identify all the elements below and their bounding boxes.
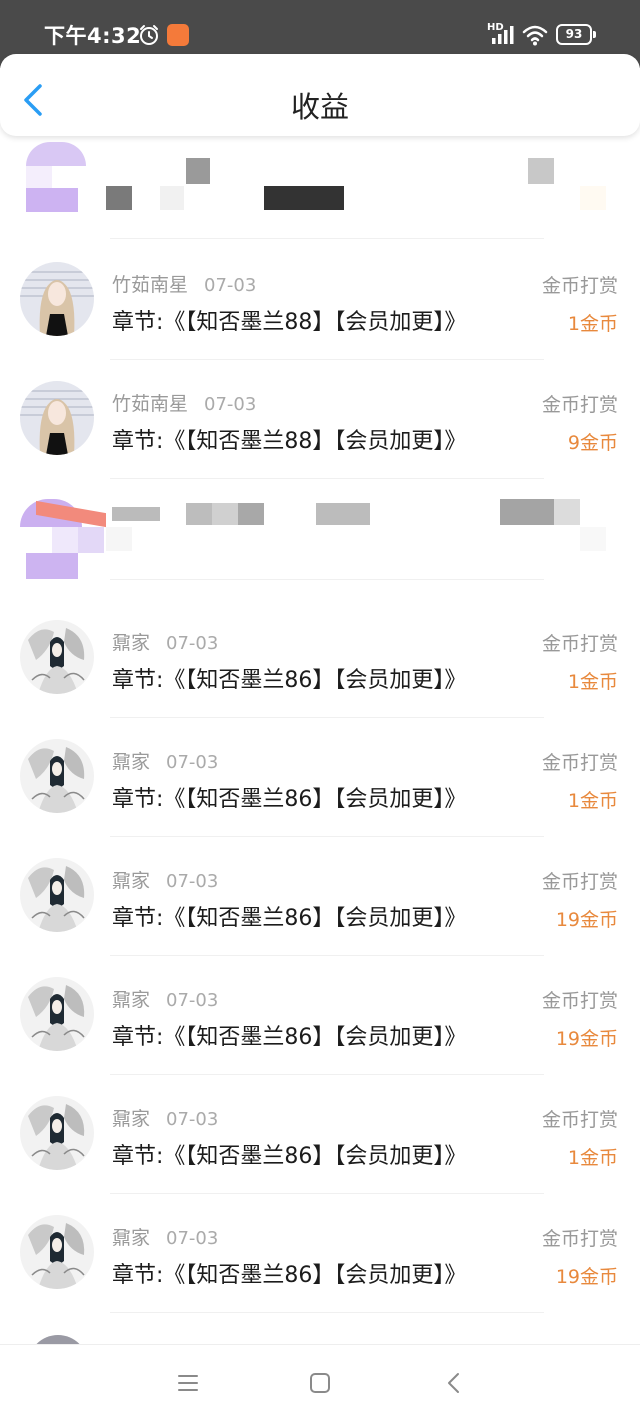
page-title: 收益 <box>290 90 349 124</box>
avatar <box>20 262 94 336</box>
record-type: 金币打赏 <box>541 990 618 1012</box>
record-type: 金币打赏 <box>541 394 618 416</box>
record-amount: 19金币 <box>555 1028 618 1050</box>
avatar <box>20 739 94 813</box>
record-amount: 9金币 <box>567 432 618 454</box>
avatar <box>20 620 94 694</box>
status-time: 下午4:32 <box>44 24 142 48</box>
pixelated-row <box>0 479 640 598</box>
record-amount: 1金币 <box>567 313 618 335</box>
record-date: 07-03 <box>166 633 219 654</box>
record-name-line: 鼐家 07-03 <box>112 628 218 655</box>
sender-name: 竹茹南星 <box>112 393 189 415</box>
avatar <box>20 381 94 455</box>
record-chapter: 章节:《【知否墨兰86】【会员加更】》 <box>112 1263 467 1288</box>
record-date: 07-03 <box>166 1109 219 1130</box>
record-chapter: 章节:《【知否墨兰86】【会员加更】》 <box>112 668 467 693</box>
wifi-icon <box>522 25 548 46</box>
record-date: 07-03 <box>166 990 219 1011</box>
record-date: 07-03 <box>166 1228 219 1249</box>
partial-list-item <box>0 1313 640 1344</box>
header: 收益 <box>0 54 640 136</box>
pixelated-text <box>0 479 640 589</box>
avatar <box>20 1215 94 1289</box>
record-name-line: 鼐家 07-03 <box>112 866 218 893</box>
pixelated-row <box>0 138 640 257</box>
avatar <box>20 977 94 1051</box>
sender-name: 鼐家 <box>112 1227 151 1249</box>
record-chapter: 章节:《【知否墨兰86】【会员加更】》 <box>112 1025 467 1050</box>
battery-icon: 93 <box>556 24 596 45</box>
record-type: 金币打赏 <box>541 752 618 774</box>
record-name-line: 鼐家 07-03 <box>112 1104 218 1131</box>
pixelated-text <box>0 138 640 238</box>
record-amount: 19金币 <box>555 909 618 931</box>
record-type: 金币打赏 <box>541 275 618 297</box>
record-name-line: 鼐家 07-03 <box>112 747 218 774</box>
list-item[interactable]: 鼐家 07-03 章节:《【知否墨兰86】【会员加更】》 金币打赏 19金币 <box>0 1194 640 1313</box>
sender-name: 竹茹南星 <box>112 274 189 296</box>
record-date: 07-03 <box>204 394 257 415</box>
record-type: 金币打赏 <box>541 1228 618 1250</box>
list-item[interactable]: 鼐家 07-03 章节:《【知否墨兰86】【会员加更】》 金币打赏 19金币 <box>0 956 640 1075</box>
record-type: 金币打赏 <box>541 1109 618 1131</box>
record-name-line: 竹茹南星 07-03 <box>112 389 256 416</box>
sender-name: 鼐家 <box>112 632 151 654</box>
menu-icon[interactable] <box>176 1371 200 1395</box>
list-item[interactable]: 鼐家 07-03 章节:《【知否墨兰86】【会员加更】》 金币打赏 1金币 <box>0 599 640 718</box>
record-chapter: 章节:《【知否墨兰86】【会员加更】》 <box>112 906 467 931</box>
home-square-icon[interactable] <box>308 1371 332 1395</box>
record-date: 07-03 <box>204 275 257 296</box>
sender-name: 鼐家 <box>112 989 151 1011</box>
sender-name: 鼐家 <box>112 1108 151 1130</box>
list-item[interactable]: 鼐家 07-03 章节:《【知否墨兰86】【会员加更】》 金币打赏 1金币 <box>0 718 640 837</box>
partial-avatar <box>28 1335 88 1344</box>
record-name-line: 竹茹南星 07-03 <box>112 270 256 297</box>
record-amount: 1金币 <box>567 1147 618 1169</box>
app-badge-icon <box>167 24 189 46</box>
record-amount: 1金币 <box>567 790 618 812</box>
record-chapter: 章节:《【知否墨兰88】【会员加更】》 <box>112 429 467 454</box>
list-item[interactable]: 鼐家 07-03 章节:《【知否墨兰86】【会员加更】》 金币打赏 1金币 <box>0 1075 640 1194</box>
record-date: 07-03 <box>166 752 219 773</box>
record-chapter: 章节:《【知否墨兰86】【会员加更】》 <box>112 787 467 812</box>
signal-icon <box>492 26 514 44</box>
record-chapter: 章节:《【知否墨兰86】【会员加更】》 <box>112 1144 467 1169</box>
record-amount: 19金币 <box>555 1266 618 1288</box>
alarm-icon <box>140 25 158 45</box>
record-name-line: 鼐家 07-03 <box>112 1223 218 1250</box>
avatar <box>20 1096 94 1170</box>
sender-name: 鼐家 <box>112 751 151 773</box>
record-type: 金币打赏 <box>541 633 618 655</box>
list-item[interactable]: 竹茹南星 07-03 章节:《【知否墨兰88】【会员加更】》 金币打赏 1金币 <box>0 241 640 360</box>
list-item[interactable]: 鼐家 07-03 章节:《【知否墨兰86】【会员加更】》 金币打赏 19金币 <box>0 837 640 956</box>
record-name-line: 鼐家 07-03 <box>112 985 218 1012</box>
avatar <box>20 858 94 932</box>
record-type: 金币打赏 <box>541 871 618 893</box>
back-triangle-icon[interactable] <box>442 1371 466 1395</box>
sender-name: 鼐家 <box>112 870 151 892</box>
battery-level: 93 <box>556 24 592 45</box>
record-date: 07-03 <box>166 871 219 892</box>
list-item[interactable]: 竹茹南星 07-03 章节:《【知否墨兰88】【会员加更】》 金币打赏 9金币 <box>0 360 640 479</box>
record-chapter: 章节:《【知否墨兰88】【会员加更】》 <box>112 310 467 335</box>
record-amount: 1金币 <box>567 671 618 693</box>
navigation-bar <box>0 1344 640 1422</box>
